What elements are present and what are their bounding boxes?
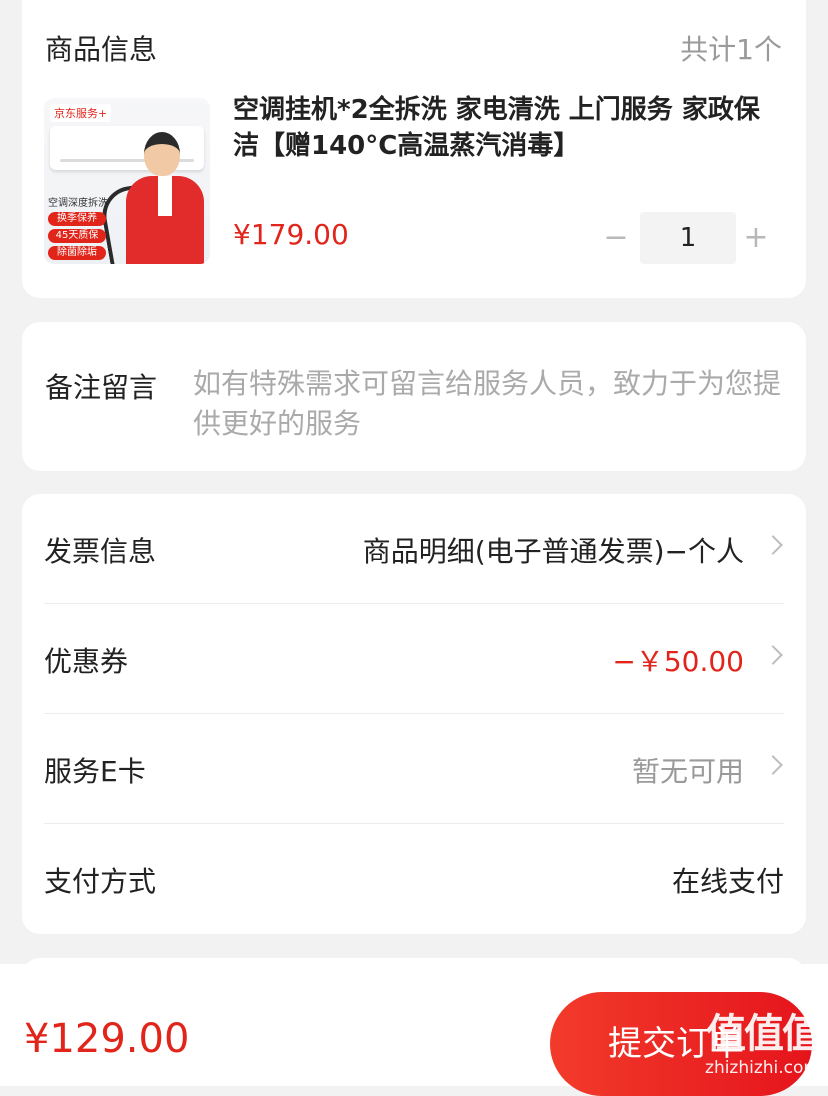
thumbnail-tag: 除菌除垢 (48, 246, 106, 260)
service-ecard-row[interactable]: 服务E卡 暂无可用 (44, 714, 784, 824)
coupon-label: 优惠券 (44, 645, 129, 678)
service-ecard-value: 暂无可用 (631, 755, 744, 788)
air-conditioner-illustration (50, 126, 204, 170)
remark-card: 备注留言 如有特殊需求可留言给服务人员，致力于为您提供更好的服务 (22, 322, 806, 471)
payment-method-label: 支付方式 (44, 865, 157, 898)
quantity-stepper: − 1 + (596, 212, 776, 264)
remark-label: 备注留言 (45, 371, 158, 404)
coupon-value: −￥50.00 (612, 645, 744, 678)
thumbnail-tag: 45天质保 (48, 229, 106, 243)
thumbnail-tag: 换季保养 (48, 212, 106, 226)
order-settings-card: 发票信息 商品明细(电子普通发票)−个人 优惠券 −￥50.00 服务E卡 暂无… (22, 494, 806, 934)
invoice-row[interactable]: 发票信息 商品明细(电子普通发票)−个人 (44, 494, 784, 604)
thumbnail-tags: 空调深度拆洗 换季保养 45天质保 除菌除垢 (48, 194, 128, 263)
invoice-value: 商品明细(电子普通发票)−个人 (362, 535, 744, 568)
quantity-value[interactable]: 1 (640, 212, 736, 264)
payment-method-row[interactable]: 支付方式 在线支付 (44, 824, 784, 934)
technician-body-illustration (126, 176, 204, 264)
product-info-card: 商品信息 共计1个 京东服务+ 空调深度拆洗 换季保养 45天质保 除菌除垢 空… (22, 0, 806, 298)
product-title[interactable]: 空调挂机*2全拆洗 家电清洗 上门服务 家政保洁【赠140°C高温蒸汽消毒】 (233, 92, 773, 164)
item-count: 共计1个 (680, 33, 782, 66)
product-thumbnail[interactable]: 京东服务+ 空调深度拆洗 换季保养 45天质保 除菌除垢 (44, 98, 210, 264)
watermark-logo: 值值值 (706, 1011, 822, 1057)
thumbnail-brand-badge: 京东服务+ (50, 104, 112, 122)
service-ecard-label: 服务E卡 (44, 755, 146, 788)
watermark-url: zhizhizhi.com (705, 1058, 820, 1078)
chevron-right-icon (763, 535, 783, 555)
site-watermark: 值值值 zhizhizhi.com (680, 1010, 822, 1078)
payment-method-value: 在线支付 (671, 865, 784, 898)
increase-quantity-button[interactable]: + (736, 212, 776, 264)
coupon-row[interactable]: 优惠券 −￥50.00 (44, 604, 784, 714)
invoice-label: 发票信息 (44, 535, 157, 568)
thumbnail-caption: 空调深度拆洗 (48, 198, 108, 209)
chevron-right-icon (763, 755, 783, 775)
product-section-title: 商品信息 (45, 33, 158, 66)
technician-head-illustration (144, 132, 180, 176)
product-price: ¥179.00 (233, 218, 349, 251)
chevron-right-icon (763, 645, 783, 665)
decrease-quantity-button[interactable]: − (596, 212, 636, 264)
remark-input[interactable]: 如有特殊需求可留言给服务人员，致力于为您提供更好的服务 (193, 364, 783, 444)
order-total: ¥129.00 (24, 1016, 190, 1062)
